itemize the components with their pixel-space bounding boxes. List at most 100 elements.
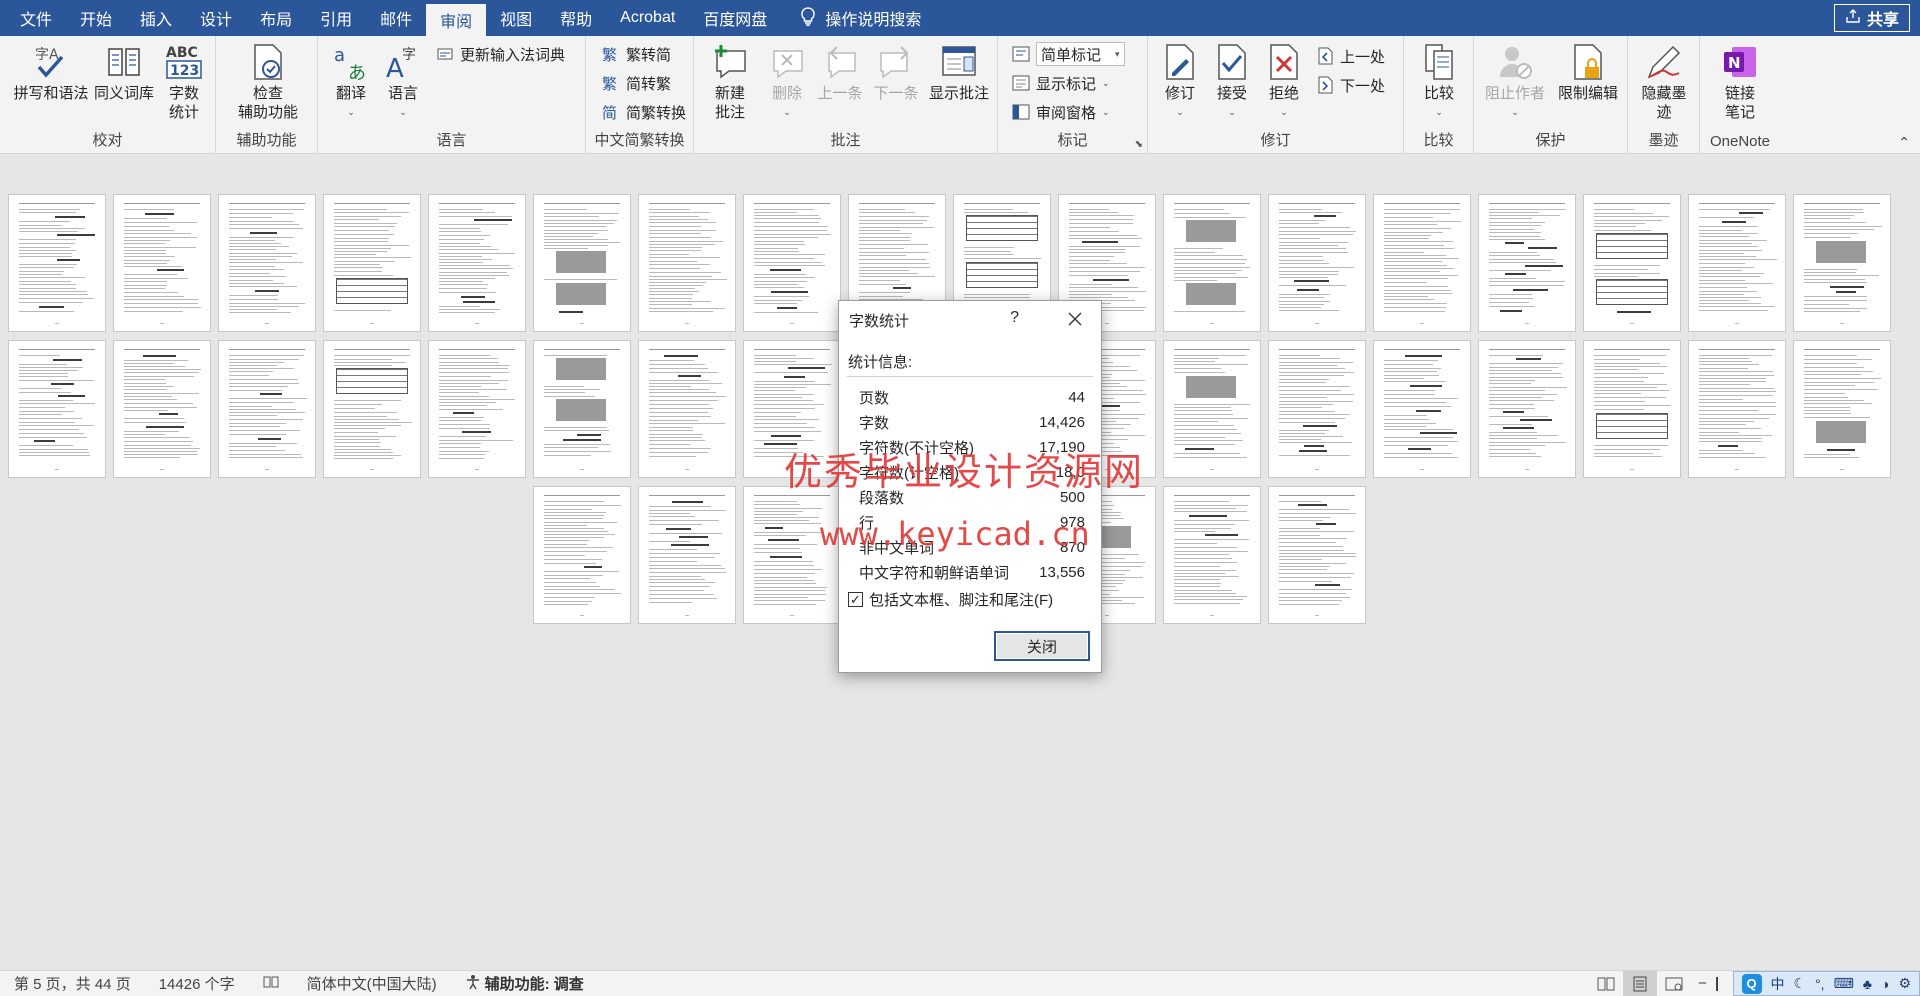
page-thumbnail[interactable] <box>743 340 841 478</box>
track-changes-button[interactable]: 修订 ⌄ <box>1156 42 1204 122</box>
block-authors-button[interactable]: 阻止作者 ⌄ <box>1480 42 1550 122</box>
tab-help[interactable]: 帮助 <box>546 0 606 36</box>
close-button[interactable]: 关闭 <box>994 631 1090 661</box>
reject-button[interactable]: 拒绝 ⌄ <box>1260 42 1308 122</box>
page-thumbnail[interactable] <box>1793 194 1891 332</box>
compare-button[interactable]: 比较 ⌄ <box>1412 42 1466 122</box>
page-thumbnail[interactable] <box>323 340 421 478</box>
language-indicator[interactable]: 简体中文(中国大陆) <box>307 973 437 994</box>
page-thumbnail[interactable] <box>1163 486 1261 624</box>
hide-ink-button[interactable]: 隐藏墨 迹 <box>1634 42 1694 122</box>
accessibility-indicator[interactable]: 辅助功能: 调查 <box>465 973 584 994</box>
tab-mailings[interactable]: 邮件 <box>366 0 426 36</box>
previous-comment-button[interactable]: 上一条 <box>812 42 868 103</box>
page-thumbnail[interactable] <box>743 486 841 624</box>
page-thumbnail[interactable] <box>428 340 526 478</box>
page-thumbnail[interactable] <box>1478 194 1576 332</box>
tab-acrobat[interactable]: Acrobat <box>606 0 689 36</box>
ime-logo-icon[interactable]: Q <box>1741 973 1762 994</box>
simplified-to-traditional-button[interactable]: 繁 简转繁 <box>602 71 671 95</box>
page-thumbnail[interactable] <box>533 486 631 624</box>
new-comment-button[interactable]: 新建 批注 <box>702 42 758 122</box>
previous-change-button[interactable]: 上一处 <box>1316 44 1385 68</box>
tab-file[interactable]: 文件 <box>0 0 66 36</box>
simp-trad-convert-button[interactable]: 简 简繁转换 <box>602 100 686 124</box>
tab-home[interactable]: 开始 <box>66 0 126 36</box>
page-thumbnail[interactable] <box>638 340 736 478</box>
page-thumbnail[interactable] <box>218 340 316 478</box>
page-thumbnail[interactable] <box>1478 340 1576 478</box>
tab-insert[interactable]: 插入 <box>126 0 186 36</box>
translate-button[interactable]: aあ 翻译 ⌄ <box>326 42 376 122</box>
page-thumbnail[interactable] <box>1583 194 1681 332</box>
web-layout-icon[interactable] <box>1657 971 1691 996</box>
linked-notes-button[interactable]: N 链接 笔记 <box>1712 42 1768 122</box>
zoom-slider[interactable] <box>1715 971 1719 996</box>
traditional-to-simplified-button[interactable]: 繁 繁转简 <box>602 42 671 66</box>
page-thumbnail[interactable] <box>533 340 631 478</box>
page-thumbnail[interactable] <box>113 194 211 332</box>
moon-icon[interactable]: ☾ <box>1794 975 1807 992</box>
read-mode-icon[interactable] <box>1589 971 1623 996</box>
page-thumbnail[interactable] <box>1583 340 1681 478</box>
share-button[interactable]: 共享 <box>1833 4 1910 32</box>
show-comments-button[interactable]: 显示批注 <box>922 42 996 103</box>
page-thumbnail[interactable] <box>1688 194 1786 332</box>
page-thumbnail[interactable] <box>113 340 211 478</box>
word-count-button[interactable]: ABC 123 字数 统计 <box>160 42 208 122</box>
page-thumbnail[interactable] <box>1373 340 1471 478</box>
page-thumbnail[interactable] <box>1373 194 1471 332</box>
page-thumbnail[interactable] <box>743 194 841 332</box>
delete-comment-button[interactable]: 删除 ⌄ <box>762 42 812 122</box>
page-thumbnail[interactable] <box>1268 340 1366 478</box>
restrict-editing-button[interactable]: 限制编辑 <box>1552 42 1624 103</box>
spelling-grammar-button[interactable]: 字A 拼写和语法 <box>8 42 94 103</box>
dialog-close-icon[interactable] <box>1063 307 1087 331</box>
ime-mode[interactable]: 中 <box>1771 974 1785 994</box>
proofing-status[interactable] <box>263 975 279 993</box>
next-change-button[interactable]: 下一处 <box>1316 73 1385 97</box>
page-thumbnail[interactable] <box>323 194 421 332</box>
keyboard-icon[interactable]: ⌨ <box>1834 975 1854 992</box>
tab-references[interactable]: 引用 <box>306 0 366 36</box>
zoom-out-icon[interactable]: − <box>1691 971 1715 996</box>
tab-design[interactable]: 设计 <box>186 0 246 36</box>
word-count-indicator[interactable]: 14426 个字 <box>159 973 235 994</box>
language-button[interactable]: A字 语言 ⌄ <box>378 42 428 122</box>
page-thumbnail[interactable] <box>1793 340 1891 478</box>
page-thumbnail[interactable] <box>8 340 106 478</box>
update-ime-dictionary-button[interactable]: 更新输入法词典 <box>436 42 565 66</box>
markup-mode-dropdown[interactable]: 简单标记 ▾ <box>1012 42 1125 66</box>
show-markup-button[interactable]: 显示标记 ⌄ <box>1012 71 1110 95</box>
collapse-ribbon-icon[interactable]: ⌃ <box>1898 134 1910 151</box>
page-thumbnail[interactable] <box>533 194 631 332</box>
check-accessibility-button[interactable]: 检查 辅助功能 <box>228 42 308 122</box>
tab-layout[interactable]: 布局 <box>246 0 306 36</box>
tab-baidu-netdisk[interactable]: 百度网盘 <box>689 0 781 36</box>
page-thumbnail[interactable] <box>638 194 736 332</box>
page-thumbnail[interactable] <box>218 194 316 332</box>
dialog-titlebar[interactable]: 字数统计 ? <box>839 301 1101 339</box>
page-thumbnail[interactable] <box>428 194 526 332</box>
next-comment-button[interactable]: 下一条 <box>868 42 924 103</box>
accept-button[interactable]: 接受 ⌄ <box>1208 42 1256 122</box>
page-thumbnail[interactable] <box>8 194 106 332</box>
tab-review[interactable]: 审阅 <box>426 4 487 36</box>
reviewing-pane-button[interactable]: 审阅窗格 ⌄ <box>1012 100 1110 124</box>
page-thumbnail[interactable] <box>1268 486 1366 624</box>
print-layout-icon[interactable] <box>1622 971 1657 996</box>
help-button[interactable]: ? <box>1010 309 1019 327</box>
page-indicator[interactable]: 第 5 页，共 44 页 <box>14 973 131 994</box>
half-full-width-icon[interactable]: ◑ <box>1881 976 1889 992</box>
tell-me-search[interactable]: 操作说明搜索 <box>781 0 921 36</box>
skin-icon[interactable]: ♣ <box>1863 976 1872 992</box>
settings-icon[interactable]: ⚙ <box>1898 975 1911 992</box>
markup-mode-select[interactable]: 简单标记 ▾ <box>1036 42 1125 66</box>
page-thumbnail[interactable] <box>1163 194 1261 332</box>
tab-view[interactable]: 视图 <box>486 0 546 36</box>
page-thumbnail[interactable] <box>638 486 736 624</box>
thesaurus-button[interactable]: 同义词库 <box>92 42 156 103</box>
page-thumbnail[interactable] <box>1163 340 1261 478</box>
page-thumbnail[interactable] <box>1268 194 1366 332</box>
include-textboxes-checkbox[interactable]: ✓ 包括文本框、脚注和尾注(F) <box>848 589 1053 610</box>
